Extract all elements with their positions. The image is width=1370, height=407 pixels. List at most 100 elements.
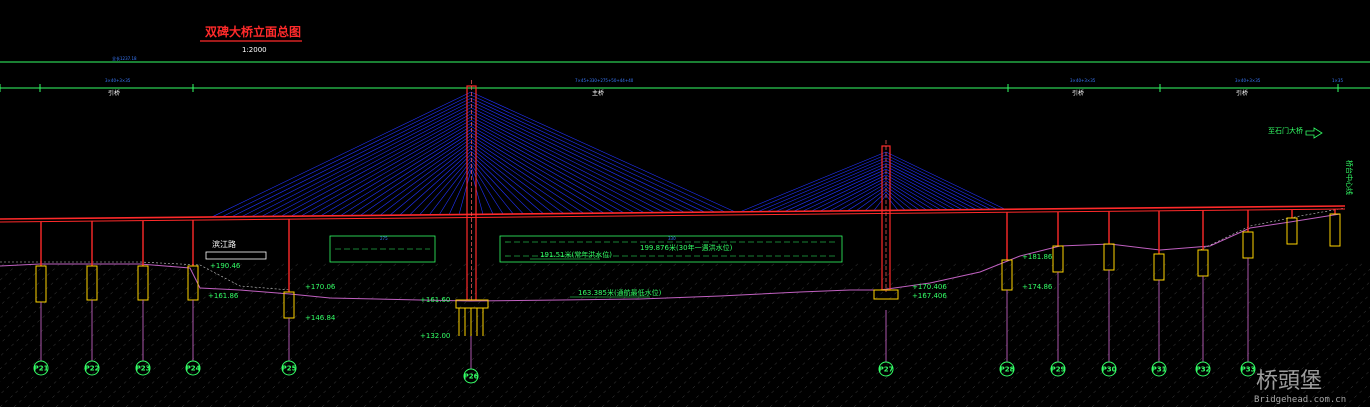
direction-arrow-icon	[1305, 127, 1323, 139]
stay-cable	[470, 119, 645, 214]
water-level-30yr: 199.876米(30年一遇洪水位)	[640, 243, 733, 252]
pier-label: P32	[1196, 366, 1211, 374]
stay-cable	[399, 151, 472, 216]
side-tower-p27	[873, 140, 899, 300]
stay-cable	[448, 166, 472, 215]
pier-12	[1197, 210, 1209, 362]
pier-label: P33	[1241, 366, 1256, 374]
stay-cable	[350, 135, 472, 216]
hatch-line	[0, 261, 147, 395]
segment-4-dim: 3×40+3×35	[1235, 78, 1261, 83]
stay-cable	[885, 154, 998, 210]
hatch-line	[0, 261, 35, 294]
pier-label: P22	[85, 365, 100, 373]
segment-3-dim: 3×40+3×35	[1070, 78, 1096, 83]
soil-hatching	[0, 261, 1370, 407]
watermark-logo: 桥頭堡	[1256, 369, 1322, 394]
segment-3-label: 引桥	[1072, 89, 1084, 97]
elev-p28-top: +181.86	[1022, 253, 1053, 261]
side-span-dim: 275	[380, 236, 388, 241]
stay-cable	[470, 141, 574, 214]
stay-cable	[470, 157, 524, 215]
segment-4-label: 引桥	[1236, 89, 1248, 97]
elev-p25-top: +170.06	[305, 283, 336, 291]
stay-cable	[470, 160, 514, 215]
elev-p24-bottom: +161.86	[208, 292, 239, 300]
stay-cable	[470, 110, 675, 213]
stay-cable	[885, 174, 949, 211]
water-level-annual: 191.51米(常年洪水位)	[540, 250, 612, 259]
pier-label: P30	[1102, 366, 1117, 374]
road-label: 滨江路	[212, 239, 236, 249]
pier-1	[35, 221, 47, 361]
drawing-scale: 1:2000	[242, 46, 267, 54]
total-length-label: 全长1237.18	[112, 55, 137, 61]
hatch-line	[1315, 357, 1370, 407]
stay-cable	[470, 147, 554, 214]
pier-13	[1242, 209, 1254, 362]
stay-cable	[739, 151, 887, 213]
stay-cable	[330, 129, 472, 217]
pier-11	[1153, 210, 1165, 362]
elev-p27-top: +170.406	[912, 283, 947, 291]
stay-cable	[360, 138, 472, 216]
stay-cable	[802, 171, 887, 212]
ground-dashed-right	[1199, 207, 1346, 251]
segment-2-label: 主桥	[592, 89, 604, 97]
stay-cable	[748, 154, 887, 213]
hatch-line	[1329, 370, 1370, 407]
stay-cable	[470, 151, 544, 214]
hatch-line	[0, 261, 7, 268]
hatch-line	[0, 261, 63, 319]
pier-4	[187, 220, 199, 361]
main-span-dim: 330	[668, 236, 676, 241]
elev-p26-bottom: +132.00	[420, 332, 450, 340]
stay-cable	[885, 166, 970, 210]
pier-label: P21	[34, 365, 49, 373]
pier-5	[283, 219, 295, 361]
stay-cable	[885, 163, 977, 210]
bridge-deck-bottom	[0, 208, 1346, 223]
elevation-canvas: 双碑大桥立面总图 1:2000 全长1237.18 3×40+3×35 引桥 7…	[0, 24, 1370, 407]
drawing-title: 双碑大桥立面总图	[205, 24, 301, 39]
bridge-elevation-drawing: 双碑大桥立面总图 1:2000 全长1237.18 3×40+3×35 引桥 7…	[0, 0, 1370, 407]
water-level-navigation: 163.385米(通航最低水位)	[578, 288, 662, 297]
pier-labels: P21 P22 P23 P24 P25 P26 P27 P28 P29 P30 P31 P32 P33	[33, 360, 1256, 384]
pier-label: P26	[464, 373, 479, 381]
segment-1-dim: 3×40+3×35	[105, 78, 131, 83]
pier-label: P31	[1152, 366, 1167, 374]
elev-p24-top: +190.46	[210, 262, 241, 270]
pier-10	[1103, 211, 1115, 362]
stay-cable	[775, 163, 887, 212]
stay-cable	[757, 157, 887, 212]
elev-p28-bottom: +174.86	[1022, 283, 1053, 291]
bridge-deck	[0, 205, 1346, 220]
stay-cable	[221, 94, 472, 218]
hatch-line	[1343, 383, 1370, 407]
pier-label: P28	[1000, 366, 1015, 374]
stay-cable	[429, 160, 472, 216]
ground-profile	[0, 213, 1341, 302]
stay-cable	[470, 169, 484, 215]
stay-cable	[470, 94, 726, 213]
main-tower-piles	[458, 308, 484, 336]
stay-cable	[470, 144, 564, 214]
pier-2	[86, 221, 98, 361]
stay-cable	[419, 157, 472, 216]
stay-cable	[281, 113, 472, 217]
elev-p25-bottom: +146.84	[305, 314, 336, 322]
pier-label: P24	[186, 365, 201, 373]
elev-p27-bottom: +167.406	[912, 292, 947, 300]
road-box	[205, 251, 267, 260]
stay-cable	[438, 163, 472, 215]
abutment-note: 桥台中心线	[1345, 160, 1354, 195]
stay-cable	[251, 104, 472, 217]
hatch-line	[0, 261, 119, 370]
watermark-site: Bridgehead.com.cn	[1254, 395, 1346, 405]
abutment	[1286, 209, 1341, 247]
stay-cable	[470, 91, 736, 213]
piers	[35, 209, 1341, 369]
stay-cable	[470, 166, 494, 215]
stay-cable	[241, 101, 472, 217]
pier-label: P25	[282, 365, 297, 373]
